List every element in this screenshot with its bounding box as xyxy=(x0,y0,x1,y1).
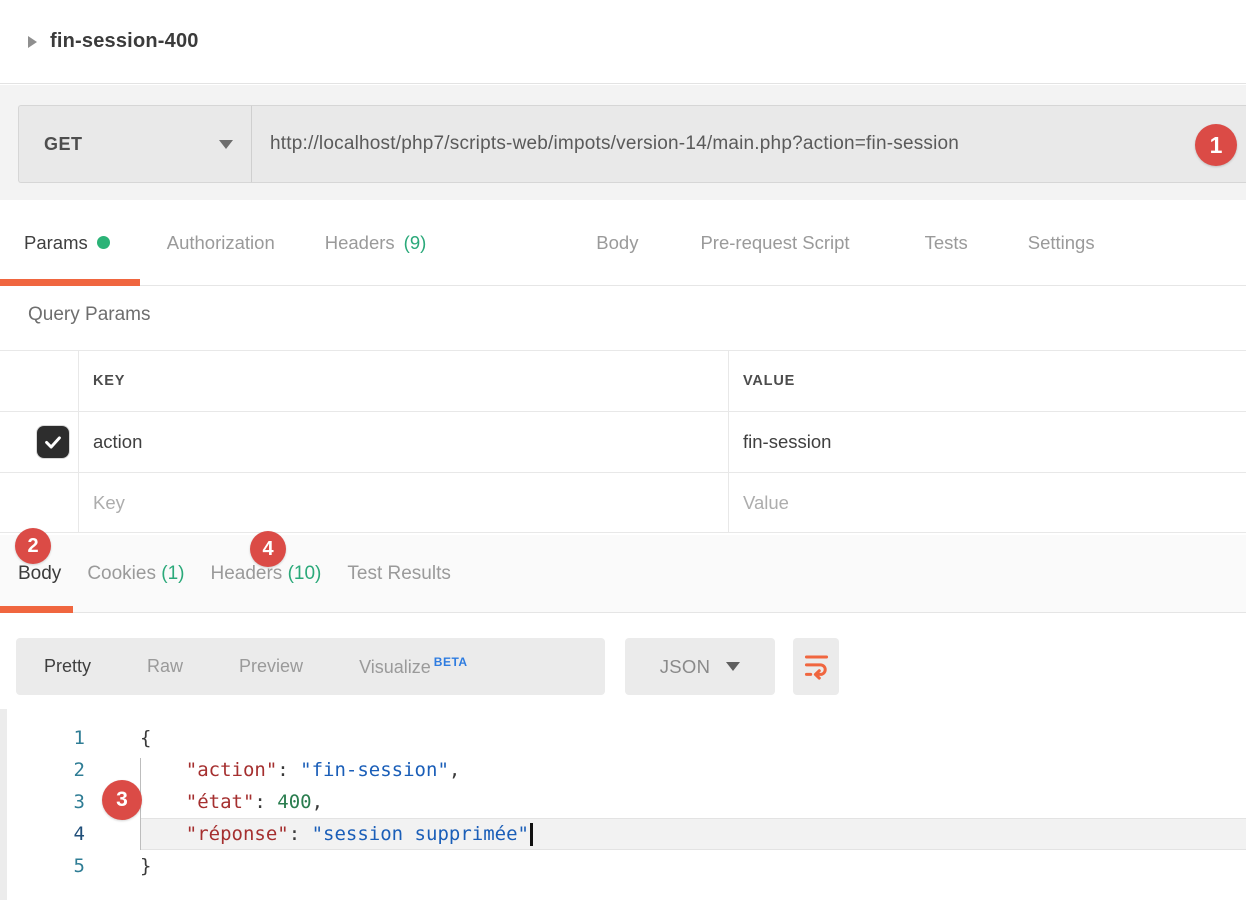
response-tab-cookies-label: Cookies xyxy=(87,563,156,584)
format-dropdown[interactable]: JSON xyxy=(625,638,775,695)
url-text: http://localhost/php7/scripts-web/impots… xyxy=(270,133,959,155)
text-cursor xyxy=(530,823,533,846)
param-value-placeholder[interactable]: Value xyxy=(743,492,789,514)
tab-authorization[interactable]: Authorization xyxy=(167,232,275,254)
param-key-placeholder[interactable]: Key xyxy=(93,492,125,514)
wrap-lines-button[interactable] xyxy=(793,638,839,695)
response-tab-cookies-count: (1) xyxy=(161,563,184,584)
view-mode-group: Pretty Raw Preview VisualizeBETA xyxy=(16,638,605,695)
request-tabs: Params Authorization Headers (9) Body Pr… xyxy=(0,200,1246,286)
format-label: JSON xyxy=(660,656,711,678)
response-tab-test-results[interactable]: Test Results xyxy=(347,563,450,585)
tab-body-label: Body xyxy=(596,232,638,254)
response-toolbar: Pretty Raw Preview VisualizeBETA JSON xyxy=(0,613,1246,715)
chevron-down-icon xyxy=(726,662,740,671)
url-control: GET http://localhost/php7/scripts-web/im… xyxy=(18,105,1246,183)
method-dropdown[interactable]: GET xyxy=(18,105,252,183)
tab-headers-count: (9) xyxy=(404,232,427,254)
tab-settings[interactable]: Settings xyxy=(1028,232,1095,254)
view-visualize-label: Visualize xyxy=(359,657,431,677)
active-tab-underline xyxy=(0,279,140,286)
view-visualize-button[interactable]: VisualizeBETA xyxy=(359,655,468,678)
code-line: 5 } xyxy=(0,850,1246,882)
code-line-active: 4 "réponse": "session supprimée" xyxy=(0,818,1246,850)
line-number: 2 xyxy=(0,754,85,786)
param-value-cell[interactable]: fin-session xyxy=(743,431,831,453)
tab-params[interactable]: Params xyxy=(24,232,110,254)
view-pretty-button[interactable]: Pretty xyxy=(44,656,91,677)
annotation-badge-4: 4 xyxy=(250,531,286,567)
query-params-table: KEY VALUE action fin-session Key Value xyxy=(0,350,1246,533)
beta-badge: BETA xyxy=(434,655,468,669)
disclosure-triangle-icon[interactable] xyxy=(28,36,37,48)
column-divider xyxy=(78,350,79,533)
value-column-header: VALUE xyxy=(743,373,795,389)
checkmark-icon xyxy=(42,431,64,453)
annotation-badge-2: 2 xyxy=(15,528,51,564)
tab-headers[interactable]: Headers (9) xyxy=(325,232,427,254)
tab-tests-label: Tests xyxy=(925,232,968,254)
annotation-badge-3: 3 xyxy=(102,780,142,820)
tab-pre-request-script[interactable]: Pre-request Script xyxy=(700,232,849,254)
line-number: 4 xyxy=(0,818,85,850)
code-line: 2 "action": "fin-session", xyxy=(0,754,1246,786)
line-number: 3 xyxy=(0,786,85,818)
method-label: GET xyxy=(44,134,83,155)
params-active-dot-icon xyxy=(97,236,110,249)
tab-pre-request-script-label: Pre-request Script xyxy=(700,232,849,254)
table-row-empty: Key Value xyxy=(0,473,1246,533)
response-tab-cookies[interactable]: Cookies (1) xyxy=(87,563,184,585)
code-line: 1 { xyxy=(0,722,1246,754)
view-preview-button[interactable]: Preview xyxy=(239,656,303,677)
query-params-heading: Query Params xyxy=(28,304,150,326)
url-bar-section: GET http://localhost/php7/scripts-web/im… xyxy=(0,85,1246,200)
param-checkbox[interactable] xyxy=(37,426,69,458)
request-title-bar: fin-session-400 xyxy=(0,0,1246,84)
tab-headers-label: Headers xyxy=(325,232,395,254)
chevron-down-icon xyxy=(219,140,233,149)
code-lines: 1 { 2 "action": "fin-session", 3 "état":… xyxy=(0,722,1246,882)
view-raw-button[interactable]: Raw xyxy=(147,656,183,677)
tab-body[interactable]: Body xyxy=(596,232,638,254)
response-body-editor[interactable]: 1 { 2 "action": "fin-session", 3 "état":… xyxy=(0,715,1246,900)
tab-settings-label: Settings xyxy=(1028,232,1095,254)
tab-params-label: Params xyxy=(24,232,88,254)
postman-window: fin-session-400 GET http://localhost/php… xyxy=(0,0,1246,900)
annotation-badge-1: 1 xyxy=(1195,124,1237,166)
line-number: 5 xyxy=(0,850,85,882)
request-name[interactable]: fin-session-400 xyxy=(50,30,199,53)
response-tab-headers-count: (10) xyxy=(288,563,322,584)
code-line: 3 "état": 400, xyxy=(0,786,1246,818)
response-tab-test-results-label: Test Results xyxy=(347,563,450,584)
param-key-cell[interactable]: action xyxy=(93,431,142,453)
tab-tests[interactable]: Tests xyxy=(925,232,968,254)
url-input[interactable]: http://localhost/php7/scripts-web/impots… xyxy=(252,105,1246,183)
key-column-header: KEY xyxy=(93,373,125,389)
tab-authorization-label: Authorization xyxy=(167,232,275,254)
table-header-row: KEY VALUE xyxy=(0,350,1246,412)
query-params-section: Query Params KEY VALUE action fin-sessio… xyxy=(0,286,1246,535)
line-number: 1 xyxy=(0,722,85,754)
response-tab-body[interactable]: Body xyxy=(18,563,61,585)
response-tabs: Body Cookies (1) Headers (10) Test Resul… xyxy=(0,535,1246,613)
wrap-lines-icon xyxy=(803,652,830,681)
column-divider xyxy=(728,350,729,533)
active-response-tab-underline xyxy=(0,606,73,613)
response-tab-body-label: Body xyxy=(18,563,61,584)
table-row: action fin-session xyxy=(0,412,1246,473)
